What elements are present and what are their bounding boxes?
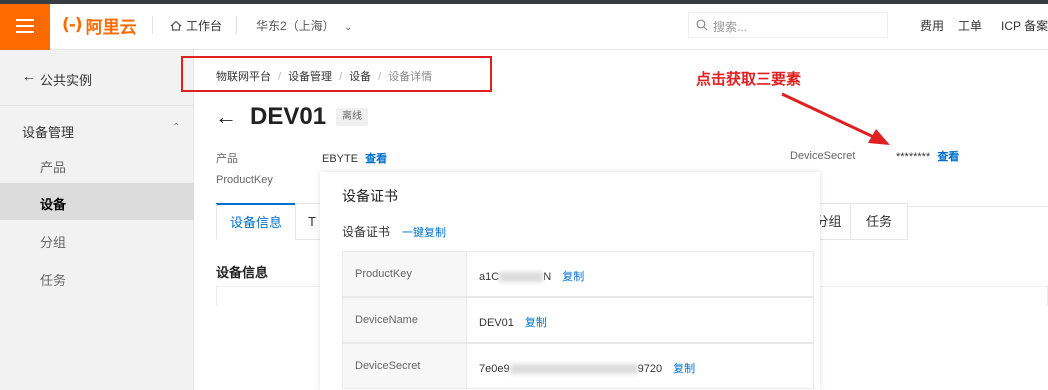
tab-device-info[interactable]: 设备信息 xyxy=(216,203,296,240)
cert-value-suffix: 9720 xyxy=(637,363,663,375)
product-value: EBYTE 查看 xyxy=(322,150,387,166)
product-view-link[interactable]: 查看 xyxy=(365,153,387,165)
cert-value: 7e0e9 9720 复制 xyxy=(479,360,695,376)
copy-devicename-button[interactable]: 复制 xyxy=(525,317,547,329)
productkey-label: ProductKey xyxy=(216,174,273,186)
devicesecret-value: ******** 查看 xyxy=(896,148,959,164)
copy-productkey-button[interactable]: 复制 xyxy=(562,271,584,283)
product-name: EBYTE xyxy=(322,153,359,165)
devicesecret-label: DeviceSecret xyxy=(790,150,856,162)
device-title: DEV01 xyxy=(250,103,327,130)
copy-devicesecret-button[interactable]: 复制 xyxy=(673,363,695,375)
redacted-blur xyxy=(499,272,544,283)
tab-task[interactable]: 任务 xyxy=(850,203,908,240)
cert-row-devicename: DeviceName DEV01 复制 xyxy=(342,297,814,343)
cert-value-suffix: N xyxy=(543,271,552,283)
cert-value-prefix: 7e0e9 xyxy=(479,363,510,375)
product-label: 产品 xyxy=(216,153,238,165)
devicesecret-view-link[interactable]: 查看 xyxy=(937,151,959,163)
cert-key: ProductKey xyxy=(343,252,467,296)
cert-value-text: DEV01 xyxy=(479,317,514,329)
cert-title: 设备证书 xyxy=(342,188,398,204)
cert-row-devicesecret: DeviceSecret 7e0e9 9720 复制 xyxy=(342,343,814,389)
redacted-blur xyxy=(509,364,638,375)
cert-row-productkey: ProductKey a1C N 复制 xyxy=(342,251,814,297)
section-title: 设备信息 xyxy=(216,265,269,280)
cert-value: a1C N 复制 xyxy=(479,268,584,284)
status-badge: 离线 xyxy=(336,108,368,126)
devicesecret-mask: ******** xyxy=(896,151,931,163)
cert-value: DEV01 复制 xyxy=(479,314,547,330)
copy-all-button[interactable]: 一键复制 xyxy=(402,224,446,240)
back-arrow-icon[interactable]: ← xyxy=(215,104,237,130)
cert-subtitle: 设备证书 xyxy=(342,225,391,239)
device-certificate-panel: 设备证书 设备证书 一键复制 ProductKey a1C N 复制 Device… xyxy=(320,172,820,390)
cert-key: DeviceSecret xyxy=(343,344,467,388)
cert-value-prefix: a1C xyxy=(479,271,500,283)
cert-key: DeviceName xyxy=(343,298,467,342)
